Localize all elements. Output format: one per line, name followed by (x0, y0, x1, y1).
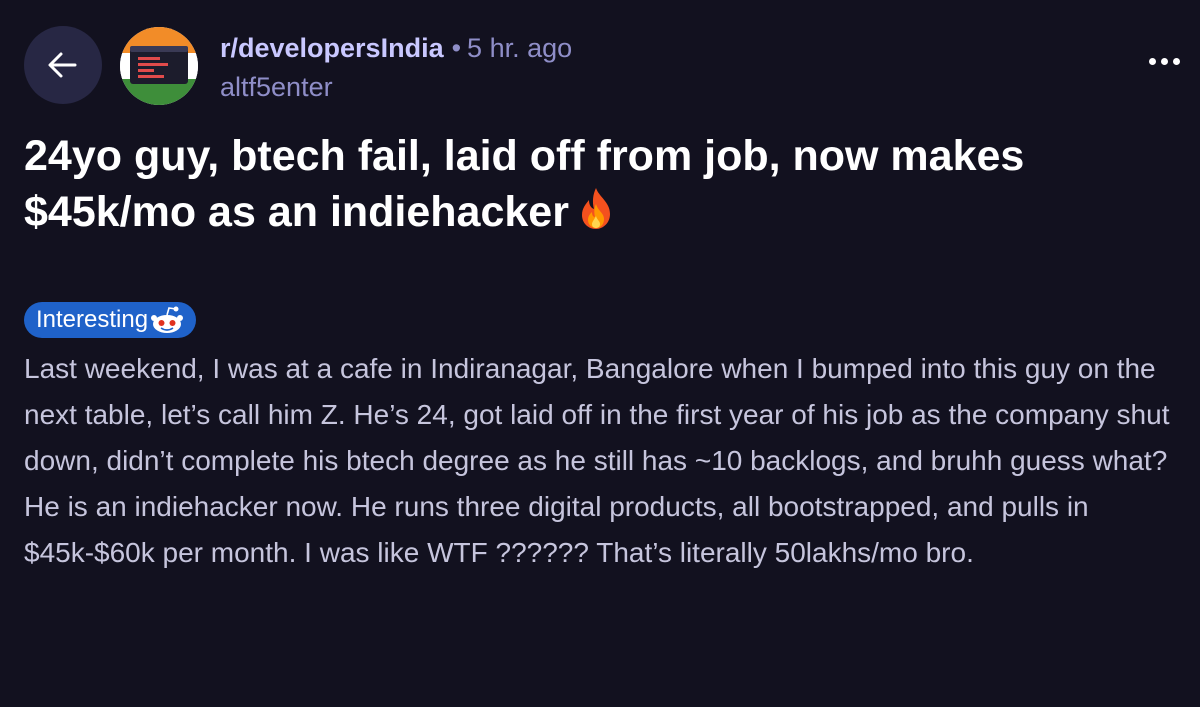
arrow-left-icon (48, 52, 77, 78)
meta-separator: • (451, 33, 462, 63)
fire-icon (581, 188, 610, 229)
ellipsis-icon (1161, 58, 1168, 65)
snoo-icon (151, 306, 184, 333)
flair-tag[interactable]: Interesting (24, 302, 197, 338)
india-flag-code-icon (120, 27, 198, 105)
ellipsis-icon (1173, 58, 1180, 65)
flair-label: Interesting (36, 306, 149, 333)
post-title: 24yo guy, btech fail, laid off from job,… (24, 128, 1174, 240)
subreddit-avatar[interactable] (120, 27, 198, 105)
post-time: 5 hr. ago (467, 33, 573, 63)
post-body: Last weekend, I was at a cafe in Indiran… (24, 353, 1170, 568)
author-link[interactable]: altf5enter (220, 72, 333, 102)
post-meta: r/developersIndia • 5 hr. ago (220, 33, 572, 63)
more-options-button[interactable] (1143, 52, 1186, 71)
subreddit-link[interactable]: r/developersIndia (220, 33, 444, 63)
back-button[interactable] (24, 26, 102, 104)
ellipsis-icon (1149, 58, 1156, 65)
post-title-text: 24yo guy, btech fail, laid off from job,… (24, 132, 1025, 236)
